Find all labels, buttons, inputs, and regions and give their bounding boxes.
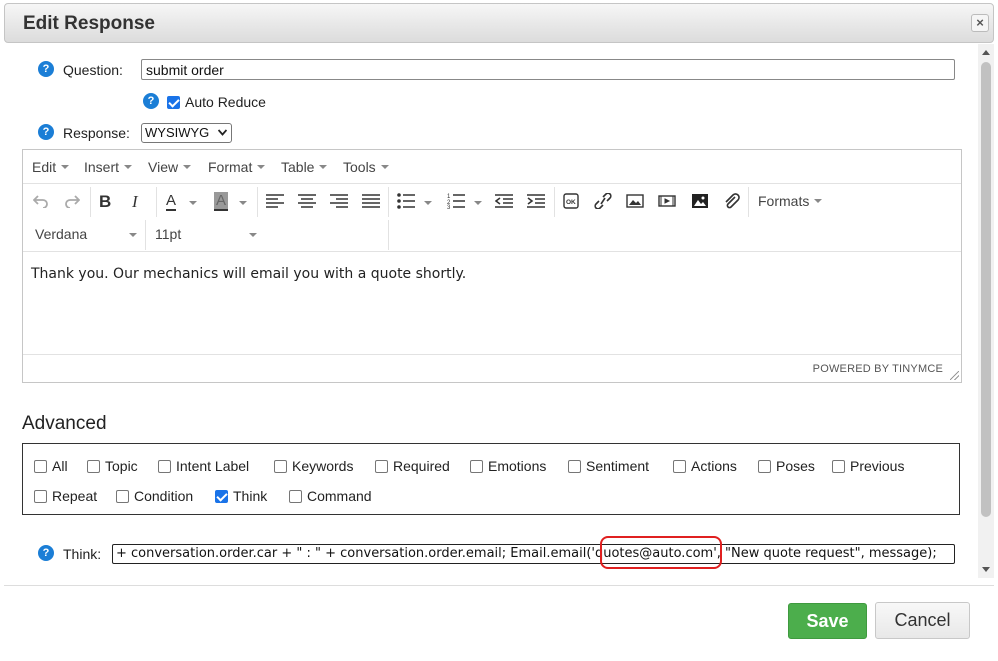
previous-checkbox[interactable] bbox=[832, 460, 845, 473]
auto-reduce-help-icon[interactable]: ? bbox=[143, 93, 159, 109]
formats-dropdown[interactable]: Formats bbox=[758, 193, 823, 209]
footer-divider bbox=[4, 585, 994, 586]
font-family-select[interactable]: Verdana bbox=[35, 226, 87, 242]
menu-view[interactable]: View bbox=[148, 159, 192, 175]
advanced-heading: Advanced bbox=[22, 413, 107, 434]
dialog-scrollbar[interactable] bbox=[978, 44, 994, 578]
emotions-checkbox[interactable] bbox=[470, 460, 483, 473]
auto-reduce-checkbox[interactable] bbox=[167, 96, 180, 109]
edit-response-dialog: Edit Response × ? Question: ? Auto Reduc… bbox=[0, 0, 998, 661]
topic-checkbox[interactable] bbox=[87, 460, 100, 473]
think-checkbox[interactable] bbox=[215, 490, 228, 503]
align-center-icon[interactable] bbox=[298, 194, 316, 208]
scroll-up-icon[interactable] bbox=[982, 50, 990, 55]
option-command[interactable]: Command bbox=[289, 488, 372, 504]
attachment-icon[interactable] bbox=[723, 193, 741, 209]
response-format-value: WYSIWYG bbox=[145, 125, 210, 140]
menu-table[interactable]: Table bbox=[281, 159, 328, 175]
rich-text-editor: Edit Insert View Format Table Tools B I … bbox=[22, 149, 962, 383]
menu-tools[interactable]: Tools bbox=[343, 159, 389, 175]
option-required[interactable]: Required bbox=[375, 458, 450, 474]
question-label: Question: bbox=[63, 62, 123, 78]
dialog-content[interactable]: ? Question: ? Auto Reduce ? Response: WY… bbox=[0, 44, 980, 578]
keywords-checkbox[interactable] bbox=[274, 460, 287, 473]
menu-insert[interactable]: Insert bbox=[84, 159, 133, 175]
menu-format[interactable]: Format bbox=[208, 159, 266, 175]
option-sentiment[interactable]: Sentiment bbox=[568, 458, 649, 474]
indent-icon[interactable] bbox=[527, 194, 545, 208]
font-size-select[interactable]: 11pt bbox=[155, 226, 181, 242]
media-icon[interactable] bbox=[658, 193, 676, 209]
condition-checkbox[interactable] bbox=[116, 490, 129, 503]
image-icon[interactable] bbox=[626, 193, 644, 209]
required-checkbox[interactable] bbox=[375, 460, 388, 473]
save-button[interactable]: Save bbox=[788, 603, 867, 639]
editor-content-text[interactable]: Thank you. Our mechanics will email you … bbox=[31, 266, 466, 282]
bullet-list-icon[interactable] bbox=[397, 193, 415, 209]
option-topic[interactable]: Topic bbox=[87, 458, 138, 474]
redo-icon[interactable] bbox=[64, 194, 80, 208]
undo-icon[interactable] bbox=[33, 194, 49, 208]
option-keywords[interactable]: Keywords bbox=[274, 458, 353, 474]
chevron-down-icon bbox=[218, 129, 227, 136]
align-justify-icon[interactable] bbox=[362, 194, 380, 208]
italic-icon[interactable]: I bbox=[132, 192, 138, 212]
resize-handle-icon[interactable] bbox=[950, 371, 959, 380]
scroll-down-icon[interactable] bbox=[982, 567, 990, 572]
response-help-icon[interactable]: ? bbox=[38, 124, 54, 140]
close-button[interactable]: × bbox=[971, 14, 989, 32]
editor-content-area[interactable]: Thank you. Our mechanics will email you … bbox=[23, 253, 961, 353]
ok-button-icon[interactable]: OK bbox=[563, 193, 579, 209]
editor-menubar: Edit Insert View Format Table Tools bbox=[23, 150, 961, 184]
response-format-select[interactable]: WYSIWYG bbox=[141, 123, 232, 143]
email-highlight-annotation bbox=[600, 536, 722, 569]
option-repeat[interactable]: Repeat bbox=[34, 488, 97, 504]
advanced-options-box: All Topic Intent Label Keywords Required… bbox=[22, 443, 960, 515]
svg-text:OK: OK bbox=[566, 199, 576, 206]
think-input[interactable]: + conversation.order.car + " : " + conve… bbox=[112, 544, 955, 564]
link-icon[interactable] bbox=[594, 193, 612, 209]
response-label: Response: bbox=[63, 125, 130, 141]
actions-checkbox[interactable] bbox=[673, 460, 686, 473]
insert-image-icon[interactable] bbox=[691, 193, 709, 209]
editor-toolbar-formatting: B I A A 123 OK Formats bbox=[23, 185, 961, 218]
intent-label-checkbox[interactable] bbox=[158, 460, 171, 473]
think-help-icon[interactable]: ? bbox=[38, 545, 54, 561]
question-help-icon[interactable]: ? bbox=[38, 61, 54, 77]
dialog-titlebar: Edit Response × bbox=[4, 3, 994, 43]
auto-reduce-option[interactable]: Auto Reduce bbox=[167, 94, 266, 110]
editor-toolbar-font: Verdana 11pt bbox=[23, 218, 961, 252]
dialog-title: Edit Response bbox=[23, 13, 155, 34]
option-actions[interactable]: Actions bbox=[673, 458, 737, 474]
option-intent-label[interactable]: Intent Label bbox=[158, 458, 249, 474]
repeat-checkbox[interactable] bbox=[34, 490, 47, 503]
cancel-button[interactable]: Cancel bbox=[875, 602, 970, 639]
option-emotions[interactable]: Emotions bbox=[470, 458, 546, 474]
option-previous[interactable]: Previous bbox=[832, 458, 904, 474]
editor-statusbar: POWERED BY TINYMCE bbox=[23, 354, 961, 382]
background-color-icon[interactable]: A bbox=[214, 192, 228, 211]
all-checkbox[interactable] bbox=[34, 460, 47, 473]
command-checkbox[interactable] bbox=[289, 490, 302, 503]
question-input[interactable] bbox=[141, 59, 955, 80]
numbered-list-icon[interactable]: 123 bbox=[447, 193, 465, 209]
menu-edit[interactable]: Edit bbox=[32, 159, 70, 175]
poses-checkbox[interactable] bbox=[758, 460, 771, 473]
option-condition[interactable]: Condition bbox=[116, 488, 193, 504]
text-color-icon[interactable]: A bbox=[166, 192, 177, 211]
scrollbar-thumb[interactable] bbox=[981, 62, 991, 517]
option-poses[interactable]: Poses bbox=[758, 458, 815, 474]
option-think[interactable]: Think bbox=[215, 488, 267, 504]
outdent-icon[interactable] bbox=[495, 194, 513, 208]
option-all[interactable]: All bbox=[34, 458, 68, 474]
think-label: Think: bbox=[63, 546, 102, 562]
bold-icon[interactable]: B bbox=[99, 192, 111, 212]
sentiment-checkbox[interactable] bbox=[568, 460, 581, 473]
powered-by-link[interactable]: POWERED BY TINYMCE bbox=[813, 363, 943, 375]
align-left-icon[interactable] bbox=[266, 194, 284, 208]
svg-text:3: 3 bbox=[447, 205, 451, 209]
align-right-icon[interactable] bbox=[330, 194, 348, 208]
auto-reduce-label: Auto Reduce bbox=[185, 94, 266, 110]
